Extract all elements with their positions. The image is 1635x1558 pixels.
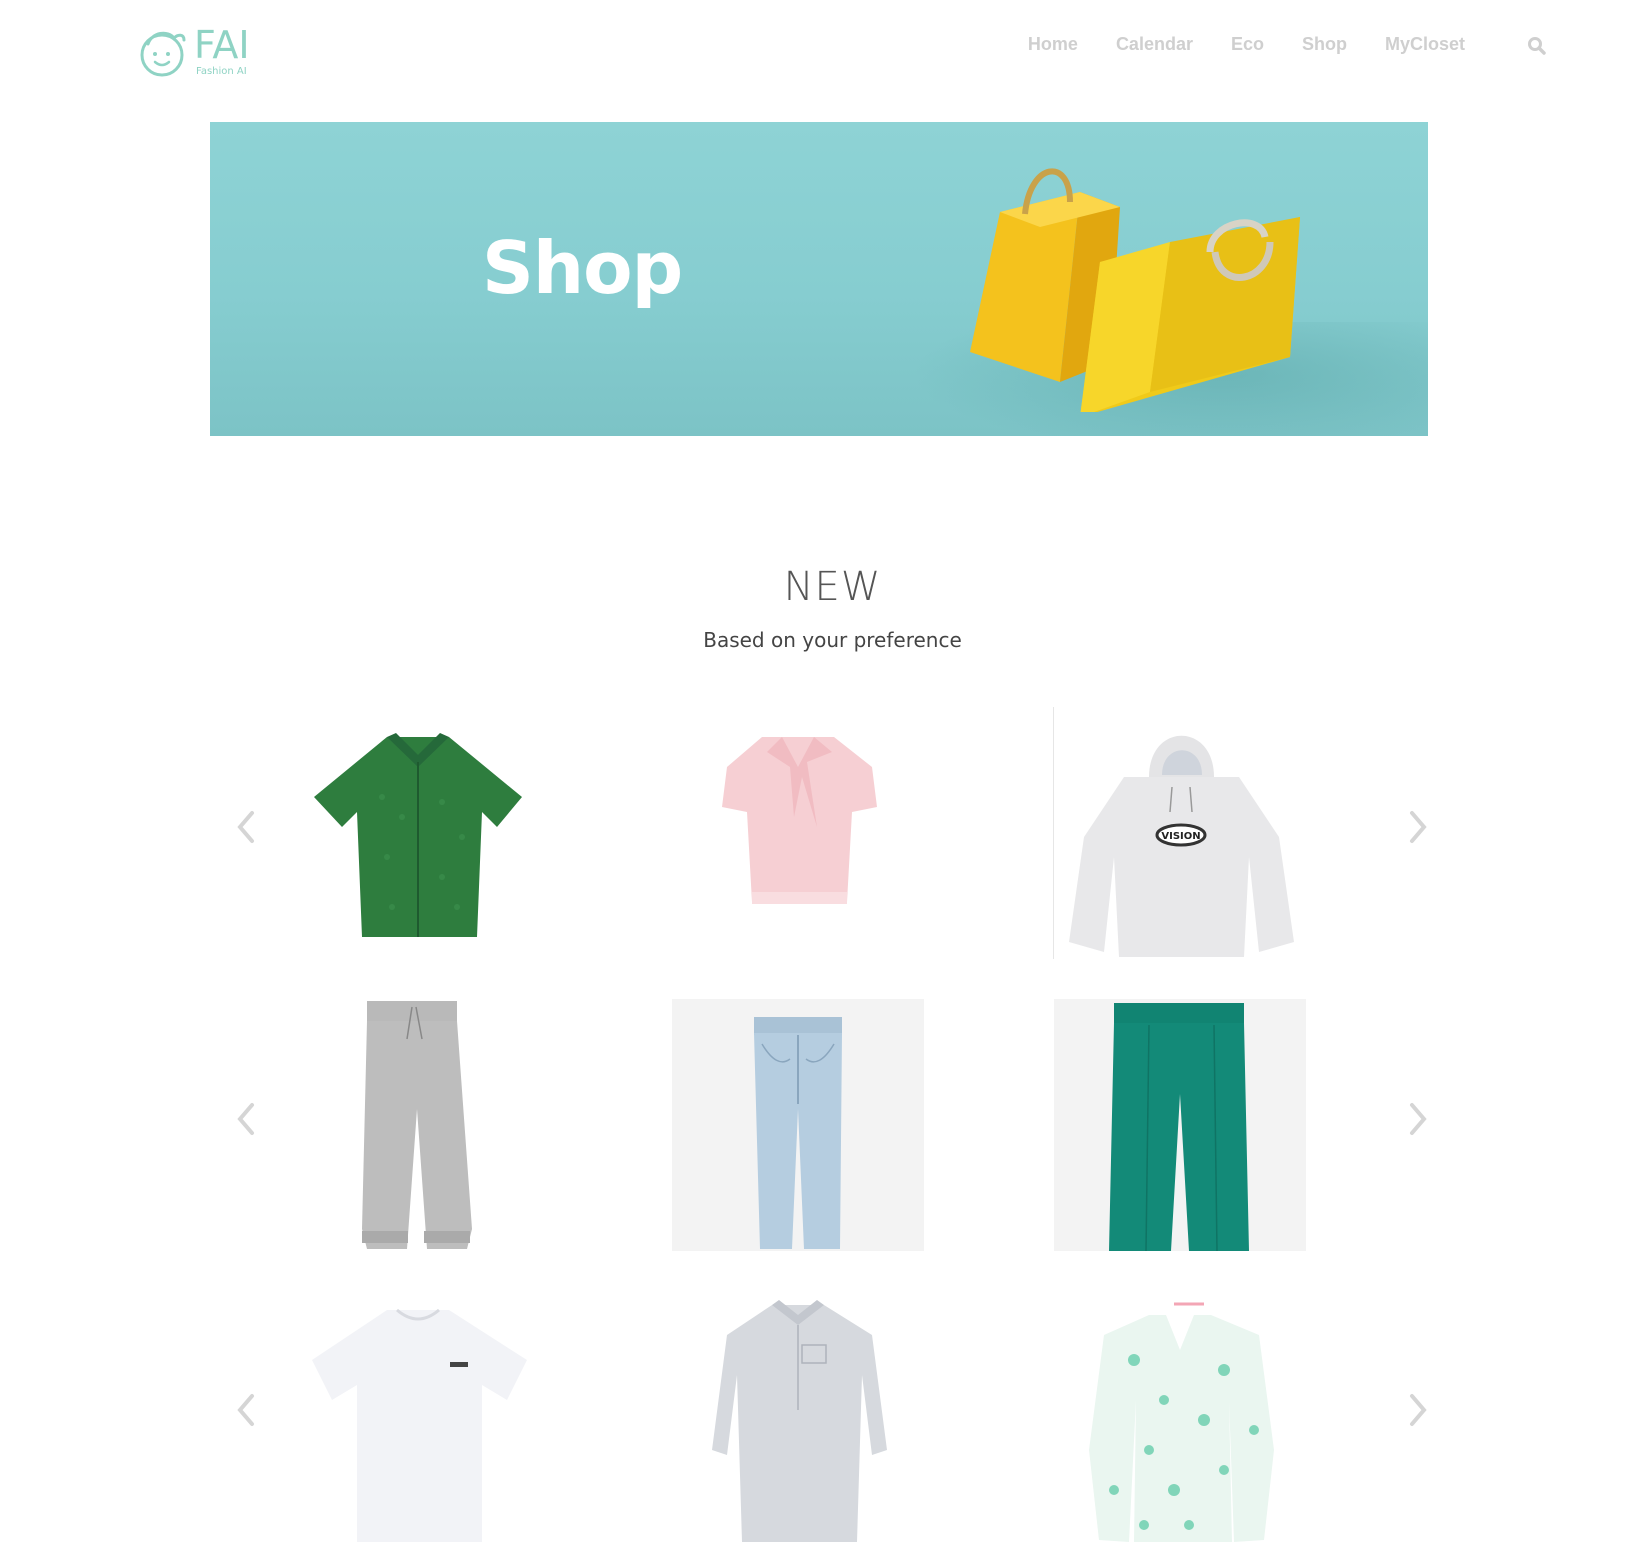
svg-text:VISION: VISION xyxy=(1161,831,1200,842)
logo-title: FAI xyxy=(194,23,250,67)
nav-calendar[interactable]: Calendar xyxy=(1116,34,1193,55)
nav-mycloset[interactable]: MyCloset xyxy=(1385,34,1465,55)
logo-text: FAI Fashion AI xyxy=(194,26,250,77)
nav-eco[interactable]: Eco xyxy=(1231,34,1264,55)
product-card[interactable] xyxy=(1054,1290,1306,1542)
product-row-1: VISION xyxy=(0,707,1635,959)
product-card[interactable] xyxy=(672,999,924,1251)
product-row-3 xyxy=(0,1290,1635,1542)
section-subtitle: Based on your preference xyxy=(703,628,962,652)
product-row-2 xyxy=(0,999,1635,1251)
shop-banner: Shop xyxy=(210,122,1428,436)
light-blue-jeans-image xyxy=(754,1017,842,1249)
pink-bow-blouse-image xyxy=(722,737,877,904)
chevron-right-icon[interactable] xyxy=(1404,807,1432,847)
site-header: FAI Fashion AI Home Calendar Eco Shop My… xyxy=(0,0,1635,110)
nav-shop[interactable]: Shop xyxy=(1302,34,1347,55)
grey-jogger-pants-image xyxy=(362,1001,472,1249)
chevron-left-icon[interactable] xyxy=(232,1099,260,1139)
section-title: NEW xyxy=(783,564,882,610)
product-card[interactable] xyxy=(292,999,544,1251)
chevron-right-icon[interactable] xyxy=(1404,1390,1432,1430)
chevron-right-icon[interactable] xyxy=(1404,1099,1432,1139)
product-card[interactable] xyxy=(292,707,544,959)
chevron-left-icon[interactable] xyxy=(232,807,260,847)
product-card[interactable] xyxy=(292,1290,544,1542)
search-icon[interactable] xyxy=(1527,36,1547,56)
product-card[interactable] xyxy=(672,1290,924,1542)
logo-face-icon xyxy=(140,31,186,77)
banner-title: Shop xyxy=(482,226,683,310)
nav-home[interactable]: Home xyxy=(1028,34,1078,55)
mint-floral-dress-image xyxy=(1089,1302,1274,1542)
product-card[interactable]: VISION xyxy=(1054,707,1306,959)
shopping-bags-image xyxy=(970,168,1300,412)
grey-shirt-dress-image xyxy=(712,1300,887,1542)
white-tshirt-dress-image xyxy=(312,1308,527,1542)
main-nav: Home Calendar Eco Shop MyCloset xyxy=(990,34,1465,55)
product-card[interactable] xyxy=(1054,999,1306,1251)
green-knit-shirt-image xyxy=(314,733,522,937)
teal-trousers-image xyxy=(1109,1003,1249,1251)
logo[interactable]: FAI Fashion AI xyxy=(138,26,250,78)
product-card[interactable] xyxy=(672,707,924,959)
grey-vision-hoodie-image: VISION xyxy=(1069,735,1294,957)
logo-tagline: Fashion AI xyxy=(196,66,247,77)
chevron-left-icon[interactable] xyxy=(232,1390,260,1430)
